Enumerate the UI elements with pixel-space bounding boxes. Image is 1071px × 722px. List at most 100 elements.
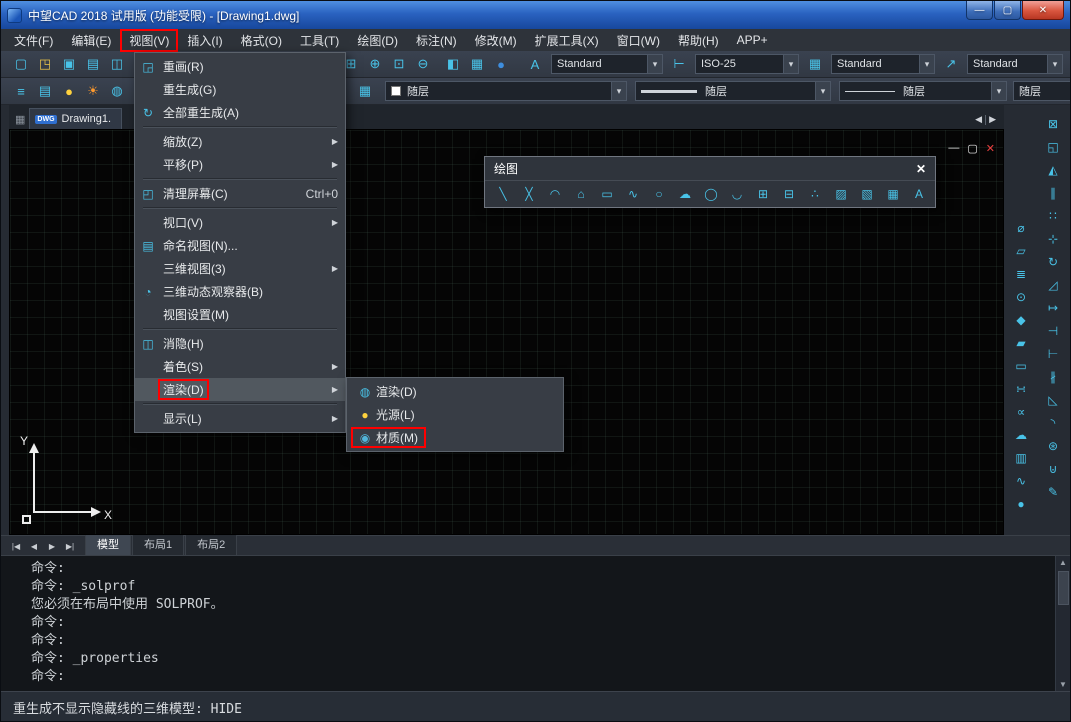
lineweight-control[interactable]: 随层 ▾ [839, 81, 1007, 101]
draw-toolbar-close-icon[interactable]: ✕ [916, 162, 926, 176]
mirror-icon[interactable]: ◭ [1041, 159, 1065, 180]
distance-icon[interactable]: ⌀ [1009, 217, 1033, 238]
layout-tab-model[interactable]: 模型 [85, 533, 131, 555]
array-icon[interactable]: ∷ [1041, 205, 1065, 226]
zoom-window-icon[interactable]: ⊡ [388, 54, 410, 74]
menubar-item-draw[interactable]: 绘图(D) [348, 29, 407, 52]
sketch-icon[interactable]: ∿ [1009, 470, 1033, 491]
mleader-style-select[interactable]: Standard ▾ [967, 54, 1063, 74]
layer-properties-icon[interactable]: ≡ [10, 81, 32, 101]
tab-nav-first-icon[interactable]: |◀ [7, 542, 25, 555]
ellipse-icon[interactable]: ◯ [699, 184, 723, 204]
minimize-button[interactable]: — [966, 1, 993, 20]
mleader-style-arrow-icon[interactable]: ▾ [1047, 55, 1062, 73]
render-submenu-item-render[interactable]: ◍ 渲染(D) [347, 380, 563, 403]
mass-properties-icon[interactable]: ◆ [1009, 309, 1033, 330]
plot-preview-icon[interactable]: ◫ [106, 54, 128, 74]
table-style-select[interactable]: Standard ▾ [831, 54, 935, 74]
view-menu-item-zoom[interactable]: 缩放(Z) ▶ [135, 130, 345, 153]
arc-icon[interactable]: ◠ [543, 184, 567, 204]
scroll-thumb[interactable] [1057, 571, 1069, 605]
zoom-previous-icon[interactable]: ⊖ [412, 54, 434, 74]
boundary-icon[interactable]: ▭ [1009, 355, 1033, 376]
text-style-select[interactable]: Standard ▾ [551, 54, 663, 74]
view-menu-item-3d-orbit[interactable]: ◔ 三维动态观察器(B) [135, 280, 345, 303]
draw-toolbar-titlebar[interactable]: 绘图 ✕ [485, 157, 935, 181]
chamfer-icon[interactable]: ◺ [1041, 389, 1065, 410]
spline-icon[interactable]: ∿ [621, 184, 645, 204]
menubar-item-modify[interactable]: 修改(M) [466, 29, 526, 52]
scale-icon[interactable]: ◿ [1041, 274, 1065, 295]
materials-icon[interactable]: ◍ [106, 81, 128, 101]
measure-icon[interactable]: ∝ [1009, 401, 1033, 422]
list-icon[interactable]: ≣ [1009, 263, 1033, 284]
command-scrollbar[interactable]: ▲ ▼ [1055, 556, 1070, 691]
table-icon[interactable]: ▦ [881, 184, 905, 204]
tab-nav-prev-icon[interactable]: ◀ [25, 542, 43, 555]
globe-icon[interactable]: ● [490, 54, 512, 74]
region-icon[interactable]: ▰ [1009, 332, 1033, 353]
lineweight-control-arrow-icon[interactable]: ▾ [991, 82, 1006, 100]
rectangle-icon[interactable]: ▭ [595, 184, 619, 204]
zoom-realtime-icon[interactable]: ⊕ [364, 54, 386, 74]
circle-icon[interactable]: ○ [647, 184, 671, 204]
construction-line-icon[interactable]: ╳ [517, 184, 541, 204]
explode-icon[interactable]: ⊛ [1041, 435, 1065, 456]
dim-style-select[interactable]: ISO-25 ▾ [695, 54, 799, 74]
color-control[interactable]: 随层 ▾ [385, 81, 627, 101]
hatch-icon[interactable]: ▨ [829, 184, 853, 204]
rotate-icon[interactable]: ↻ [1041, 251, 1065, 272]
maximize-button[interactable]: ▢ [994, 1, 1021, 20]
menubar-item-file[interactable]: 文件(F) [5, 29, 62, 52]
view-menu-item-named-views[interactable]: ▤ 命名视图(N)... [135, 234, 345, 257]
menubar-item-dimension[interactable]: 标注(N) [407, 29, 466, 52]
divide-icon[interactable]: ∺ [1009, 378, 1033, 399]
layer-states-icon[interactable]: ▤ [34, 81, 56, 101]
line-icon[interactable]: ╲ [491, 184, 515, 204]
command-prompt-line[interactable]: 重生成不显示隐藏线的三维模型: HIDE [1, 691, 1070, 721]
gradient-icon[interactable]: ▧ [855, 184, 879, 204]
make-block-icon[interactable]: ⊟ [777, 184, 801, 204]
mleader-style-icon[interactable]: ↗ [940, 54, 962, 74]
render-sphere-icon[interactable]: ● [1009, 493, 1033, 514]
plot-icon[interactable]: ▤ [82, 54, 104, 74]
table-style-arrow-icon[interactable]: ▾ [919, 55, 934, 73]
view-menu-item-3d-views[interactable]: 三维视图(3) ▶ [135, 257, 345, 280]
menubar-item-format[interactable]: 格式(O) [232, 29, 291, 52]
linetype-control[interactable]: 随层 ▾ [635, 81, 831, 101]
menubar-item-tools[interactable]: 工具(T) [291, 29, 348, 52]
fillet-icon[interactable]: ◝ [1041, 412, 1065, 433]
view-menu-item-hide[interactable]: ◫ 消隐(H) [135, 332, 345, 355]
area-icon[interactable]: ▱ [1009, 240, 1033, 261]
text-style-icon[interactable]: A [524, 54, 546, 74]
extend-icon[interactable]: ⊢ [1041, 343, 1065, 364]
offset-icon[interactable]: ∥ [1041, 182, 1065, 203]
join-icon[interactable]: ⊍ [1041, 458, 1065, 479]
view-menu-item-pan[interactable]: 平移(P) ▶ [135, 153, 345, 176]
text-style-arrow-icon[interactable]: ▾ [647, 55, 662, 73]
sheet-set-icon[interactable]: ▦ [466, 54, 488, 74]
table-style-icon[interactable]: ▦ [804, 54, 826, 74]
move-icon[interactable]: ⊹ [1041, 228, 1065, 249]
layout-tab-layout2[interactable]: 布局2 [185, 533, 238, 555]
wipeout-icon[interactable]: ▥ [1009, 447, 1033, 468]
layout-tab-layout1[interactable]: 布局1 [132, 533, 185, 555]
doc-list-icon[interactable]: ▦ [13, 113, 29, 129]
menubar-item-app-plus[interactable]: APP+ [728, 30, 777, 50]
point-icon[interactable]: ∴ [803, 184, 827, 204]
scroll-up-icon[interactable]: ▲ [1059, 556, 1067, 569]
break-icon[interactable]: ∦ [1041, 366, 1065, 387]
menubar-item-insert[interactable]: 插入(I) [178, 29, 231, 52]
menubar-item-express-tools[interactable]: 扩展工具(X) [526, 29, 608, 52]
tab-nav-next-icon[interactable]: ▶ [43, 542, 61, 555]
tab-nav-last-icon[interactable]: ▶| [61, 542, 79, 555]
edit-polyline-icon[interactable]: ✎ [1041, 481, 1065, 502]
doc-close-icon[interactable]: ✕ [986, 142, 995, 155]
insert-block-icon[interactable]: ⊞ [751, 184, 775, 204]
new-file-icon[interactable]: ▢ [10, 54, 32, 74]
menubar-item-edit[interactable]: 编辑(E) [62, 29, 120, 52]
erase-icon[interactable]: ⊠ [1041, 113, 1065, 134]
dim-style-arrow-icon[interactable]: ▾ [783, 55, 798, 73]
revision-cloud-icon[interactable]: ☁ [673, 184, 697, 204]
mtext-icon[interactable]: A [907, 184, 931, 204]
